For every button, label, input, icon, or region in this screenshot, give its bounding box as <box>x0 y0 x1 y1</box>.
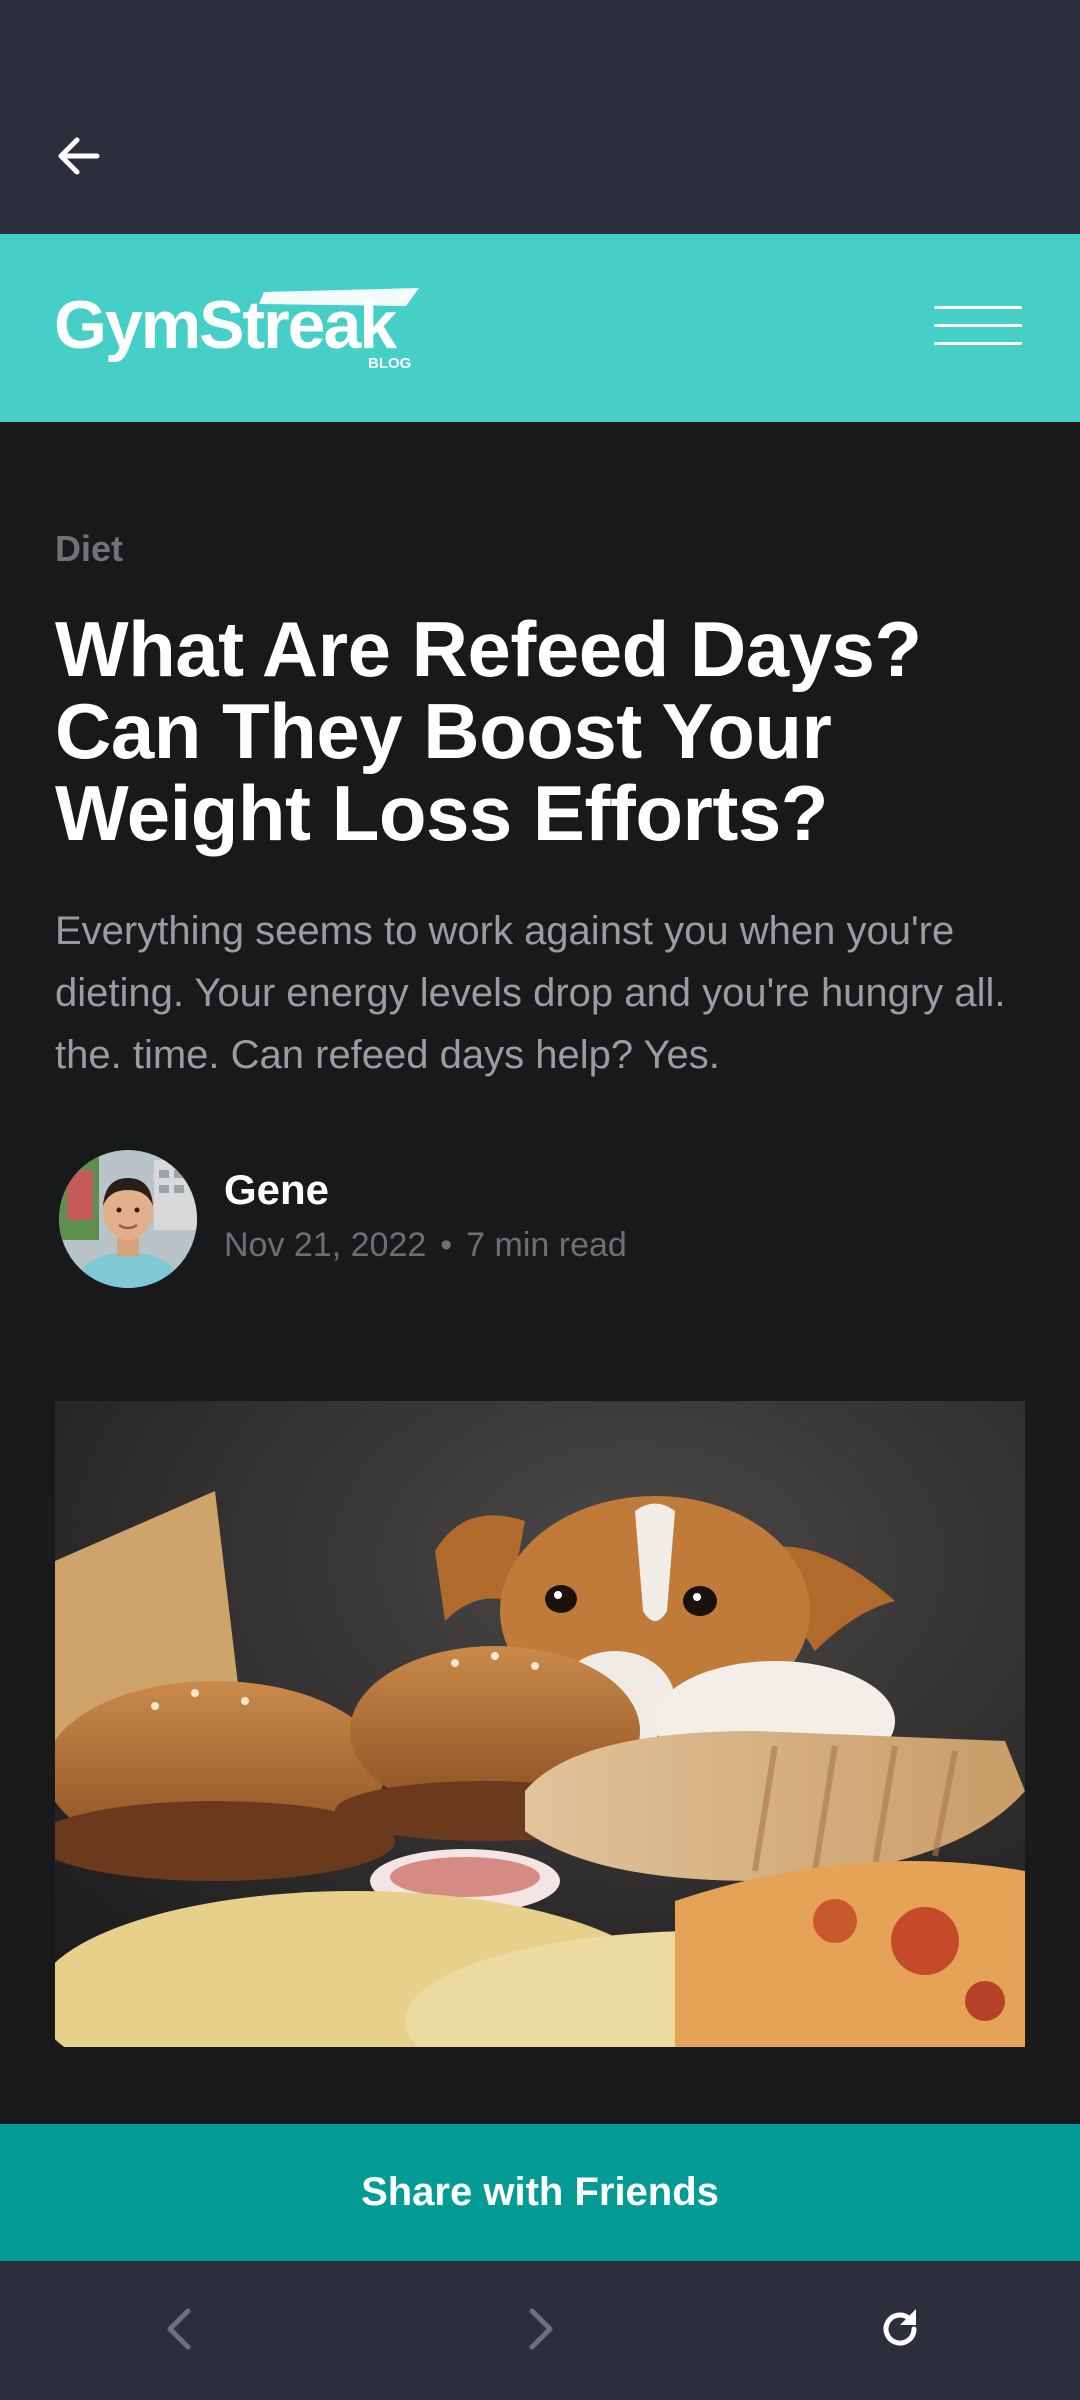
logo-sub-text: BLOG <box>368 355 411 372</box>
author-name[interactable]: Gene <box>224 1166 329 1214</box>
site-header: GymStreak BLOG <box>0 234 1080 422</box>
hero-image <box>55 1401 1025 2047</box>
meta-separator: • <box>440 1226 453 1264</box>
article-subtitle: Everything seems to work against you whe… <box>55 909 1006 1077</box>
chevron-left-icon <box>167 2308 191 2350</box>
read-time: 7 min read <box>466 1226 627 1264</box>
article-title: What Are Refeed Days? Can They Boost You… <box>55 605 922 857</box>
browser-top-bar <box>0 0 1080 234</box>
refresh-icon <box>883 2309 917 2346</box>
hamburger-menu-icon[interactable] <box>930 296 1026 356</box>
article: Diet What Are Refeed Days? Can They Boos… <box>0 422 1080 2124</box>
back-button[interactable] <box>46 124 110 188</box>
author-avatar[interactable] <box>59 1150 197 1288</box>
arrow-left-icon <box>58 137 100 175</box>
nav-back-button[interactable] <box>148 2297 212 2361</box>
share-with-friends-button[interactable]: Share with Friends <box>0 2124 1080 2261</box>
logo-text: GymStreak <box>54 287 397 363</box>
nav-forward-button[interactable] <box>508 2297 572 2361</box>
article-meta: Nov 21, 2022 • 7 min read <box>224 1226 627 1265</box>
gymstreak-blog-logo[interactable]: GymStreak BLOG <box>54 284 424 374</box>
chevron-right-icon <box>529 2308 553 2350</box>
refresh-button[interactable] <box>868 2297 932 2361</box>
publish-date: Nov 21, 2022 <box>224 1226 427 1264</box>
browser-bottom-bar <box>0 2261 1080 2400</box>
article-category[interactable]: Diet <box>55 528 123 570</box>
